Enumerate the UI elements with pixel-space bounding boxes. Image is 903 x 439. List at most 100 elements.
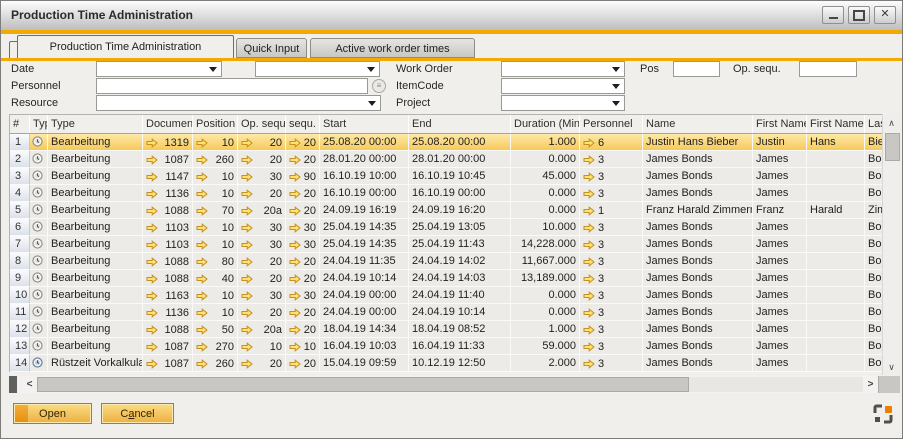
- link-arrow-icon[interactable]: [196, 172, 208, 182]
- link-arrow-icon[interactable]: [146, 223, 158, 233]
- table-row[interactable]: 11Bearbeitung113610202024.04.19 00:0024.…: [10, 304, 882, 321]
- link-arrow-icon[interactable]: [241, 172, 253, 182]
- link-arrow-icon[interactable]: [241, 240, 253, 250]
- row-number[interactable]: 11: [10, 304, 30, 321]
- personnel-input[interactable]: [96, 78, 368, 94]
- link-arrow-icon[interactable]: [289, 240, 301, 250]
- link-arrow-icon[interactable]: [196, 257, 208, 267]
- link-arrow-icon[interactable]: [583, 325, 595, 335]
- link-arrow-icon[interactable]: [289, 325, 301, 335]
- link-arrow-icon[interactable]: [289, 155, 301, 165]
- table-row[interactable]: 10Bearbeitung116310303024.04.19 00:0024.…: [10, 287, 882, 304]
- table-row[interactable]: 1Bearbeitung131910202025.08.20 00:0025.0…: [10, 134, 882, 151]
- link-arrow-icon[interactable]: [241, 274, 253, 284]
- link-arrow-icon[interactable]: [196, 325, 208, 335]
- link-arrow-icon[interactable]: [289, 308, 301, 318]
- row-number[interactable]: 9: [10, 270, 30, 287]
- row-number[interactable]: 8: [10, 253, 30, 270]
- column-header-op-sequ[interactable]: Op. sequ.: [238, 115, 286, 133]
- scroll-right-button[interactable]: >: [863, 379, 878, 390]
- row-number[interactable]: 14: [10, 355, 30, 372]
- column-header-first-name[interactable]: First Name: [753, 115, 807, 133]
- table-row[interactable]: 9Bearbeitung108840202024.04.19 10:1424.0…: [10, 270, 882, 287]
- row-number[interactable]: 1: [10, 134, 30, 151]
- table-row[interactable]: 5Bearbeitung10887020a2024.09.19 16:1924.…: [10, 202, 882, 219]
- link-arrow-icon[interactable]: [146, 172, 158, 182]
- link-arrow-icon[interactable]: [583, 342, 595, 352]
- link-arrow-icon[interactable]: [146, 155, 158, 165]
- row-number[interactable]: 5: [10, 202, 30, 219]
- link-arrow-icon[interactable]: [146, 189, 158, 199]
- project-combobox[interactable]: [501, 95, 625, 111]
- row-number[interactable]: 10: [10, 287, 30, 304]
- column-header-name[interactable]: Name: [643, 115, 753, 133]
- column-header-duration-min[interactable]: Duration (Min): [511, 115, 580, 133]
- link-arrow-icon[interactable]: [583, 257, 595, 267]
- link-arrow-icon[interactable]: [583, 172, 595, 182]
- minimize-button[interactable]: [822, 6, 844, 24]
- vertical-scrollbar-thumb[interactable]: [885, 133, 900, 161]
- row-number[interactable]: 3: [10, 168, 30, 185]
- vertical-scrollbar[interactable]: ∧ ∨: [882, 114, 900, 375]
- row-number[interactable]: 2: [10, 151, 30, 168]
- table-row[interactable]: 8Bearbeitung108880202024.04.19 11:3524.0…: [10, 253, 882, 270]
- link-arrow-icon[interactable]: [196, 206, 208, 216]
- link-arrow-icon[interactable]: [146, 308, 158, 318]
- link-arrow-icon[interactable]: [196, 308, 208, 318]
- scroll-down-button[interactable]: ∨: [883, 358, 900, 375]
- table-row[interactable]: 7Bearbeitung110310303025.04.19 14:3525.0…: [10, 236, 882, 253]
- date-to-combobox[interactable]: [255, 61, 380, 77]
- link-arrow-icon[interactable]: [196, 223, 208, 233]
- item-code-combobox[interactable]: [501, 78, 625, 94]
- link-arrow-icon[interactable]: [583, 138, 595, 148]
- link-arrow-icon[interactable]: [289, 138, 301, 148]
- table-row[interactable]: 4Bearbeitung113610202016.10.19 00:0016.1…: [10, 185, 882, 202]
- row-number[interactable]: 12: [10, 321, 30, 338]
- scroll-left-button[interactable]: <: [22, 379, 37, 390]
- column-header-typ[interactable]: Typ: [30, 115, 48, 133]
- resource-combobox[interactable]: [96, 95, 381, 111]
- link-arrow-icon[interactable]: [146, 138, 158, 148]
- horizontal-scrollbar-track[interactable]: [689, 377, 863, 392]
- tab-quick-input[interactable]: Quick Input: [236, 38, 307, 58]
- tab-active-work-order-times[interactable]: Active work order times: [310, 38, 475, 58]
- link-arrow-icon[interactable]: [289, 189, 301, 199]
- link-arrow-icon[interactable]: [146, 291, 158, 301]
- column-header-[interactable]: #: [10, 115, 30, 133]
- link-arrow-icon[interactable]: [146, 257, 158, 267]
- link-arrow-icon[interactable]: [583, 155, 595, 165]
- link-arrow-icon[interactable]: [289, 257, 301, 267]
- link-arrow-icon[interactable]: [289, 172, 301, 182]
- table-row[interactable]: 13Bearbeitung1087270101016.04.19 10:0316…: [10, 338, 882, 355]
- column-header-position[interactable]: Position: [193, 115, 238, 133]
- scroll-up-button[interactable]: ∧: [883, 114, 900, 131]
- link-arrow-icon[interactable]: [196, 138, 208, 148]
- link-arrow-icon[interactable]: [146, 206, 158, 216]
- cancel-button[interactable]: Cancel: [101, 403, 174, 424]
- row-number[interactable]: 4: [10, 185, 30, 202]
- horizontal-scrollbar[interactable]: < >: [9, 376, 900, 393]
- link-arrow-icon[interactable]: [196, 342, 208, 352]
- link-arrow-icon[interactable]: [289, 291, 301, 301]
- maximize-button[interactable]: [848, 6, 870, 24]
- link-arrow-icon[interactable]: [289, 342, 301, 352]
- link-arrow-icon[interactable]: [196, 274, 208, 284]
- link-arrow-icon[interactable]: [241, 359, 253, 369]
- link-arrow-icon[interactable]: [289, 223, 301, 233]
- link-arrow-icon[interactable]: [146, 325, 158, 335]
- row-number[interactable]: 13: [10, 338, 30, 355]
- row-number[interactable]: 7: [10, 236, 30, 253]
- op-sequ-input[interactable]: [799, 61, 857, 77]
- column-header-sequ-id[interactable]: sequ. ID: [286, 115, 320, 133]
- link-arrow-icon[interactable]: [196, 189, 208, 199]
- link-arrow-icon[interactable]: [241, 342, 253, 352]
- row-number[interactable]: 6: [10, 219, 30, 236]
- table-row[interactable]: 3Bearbeitung114710309016.10.19 10:0016.1…: [10, 168, 882, 185]
- link-arrow-icon[interactable]: [583, 240, 595, 250]
- column-header-last-name[interactable]: Last Name: [865, 115, 882, 133]
- column-header-end[interactable]: End: [409, 115, 511, 133]
- open-button[interactable]: Open: [13, 403, 92, 424]
- link-arrow-icon[interactable]: [196, 291, 208, 301]
- link-arrow-icon[interactable]: [241, 206, 253, 216]
- link-arrow-icon[interactable]: [241, 325, 253, 335]
